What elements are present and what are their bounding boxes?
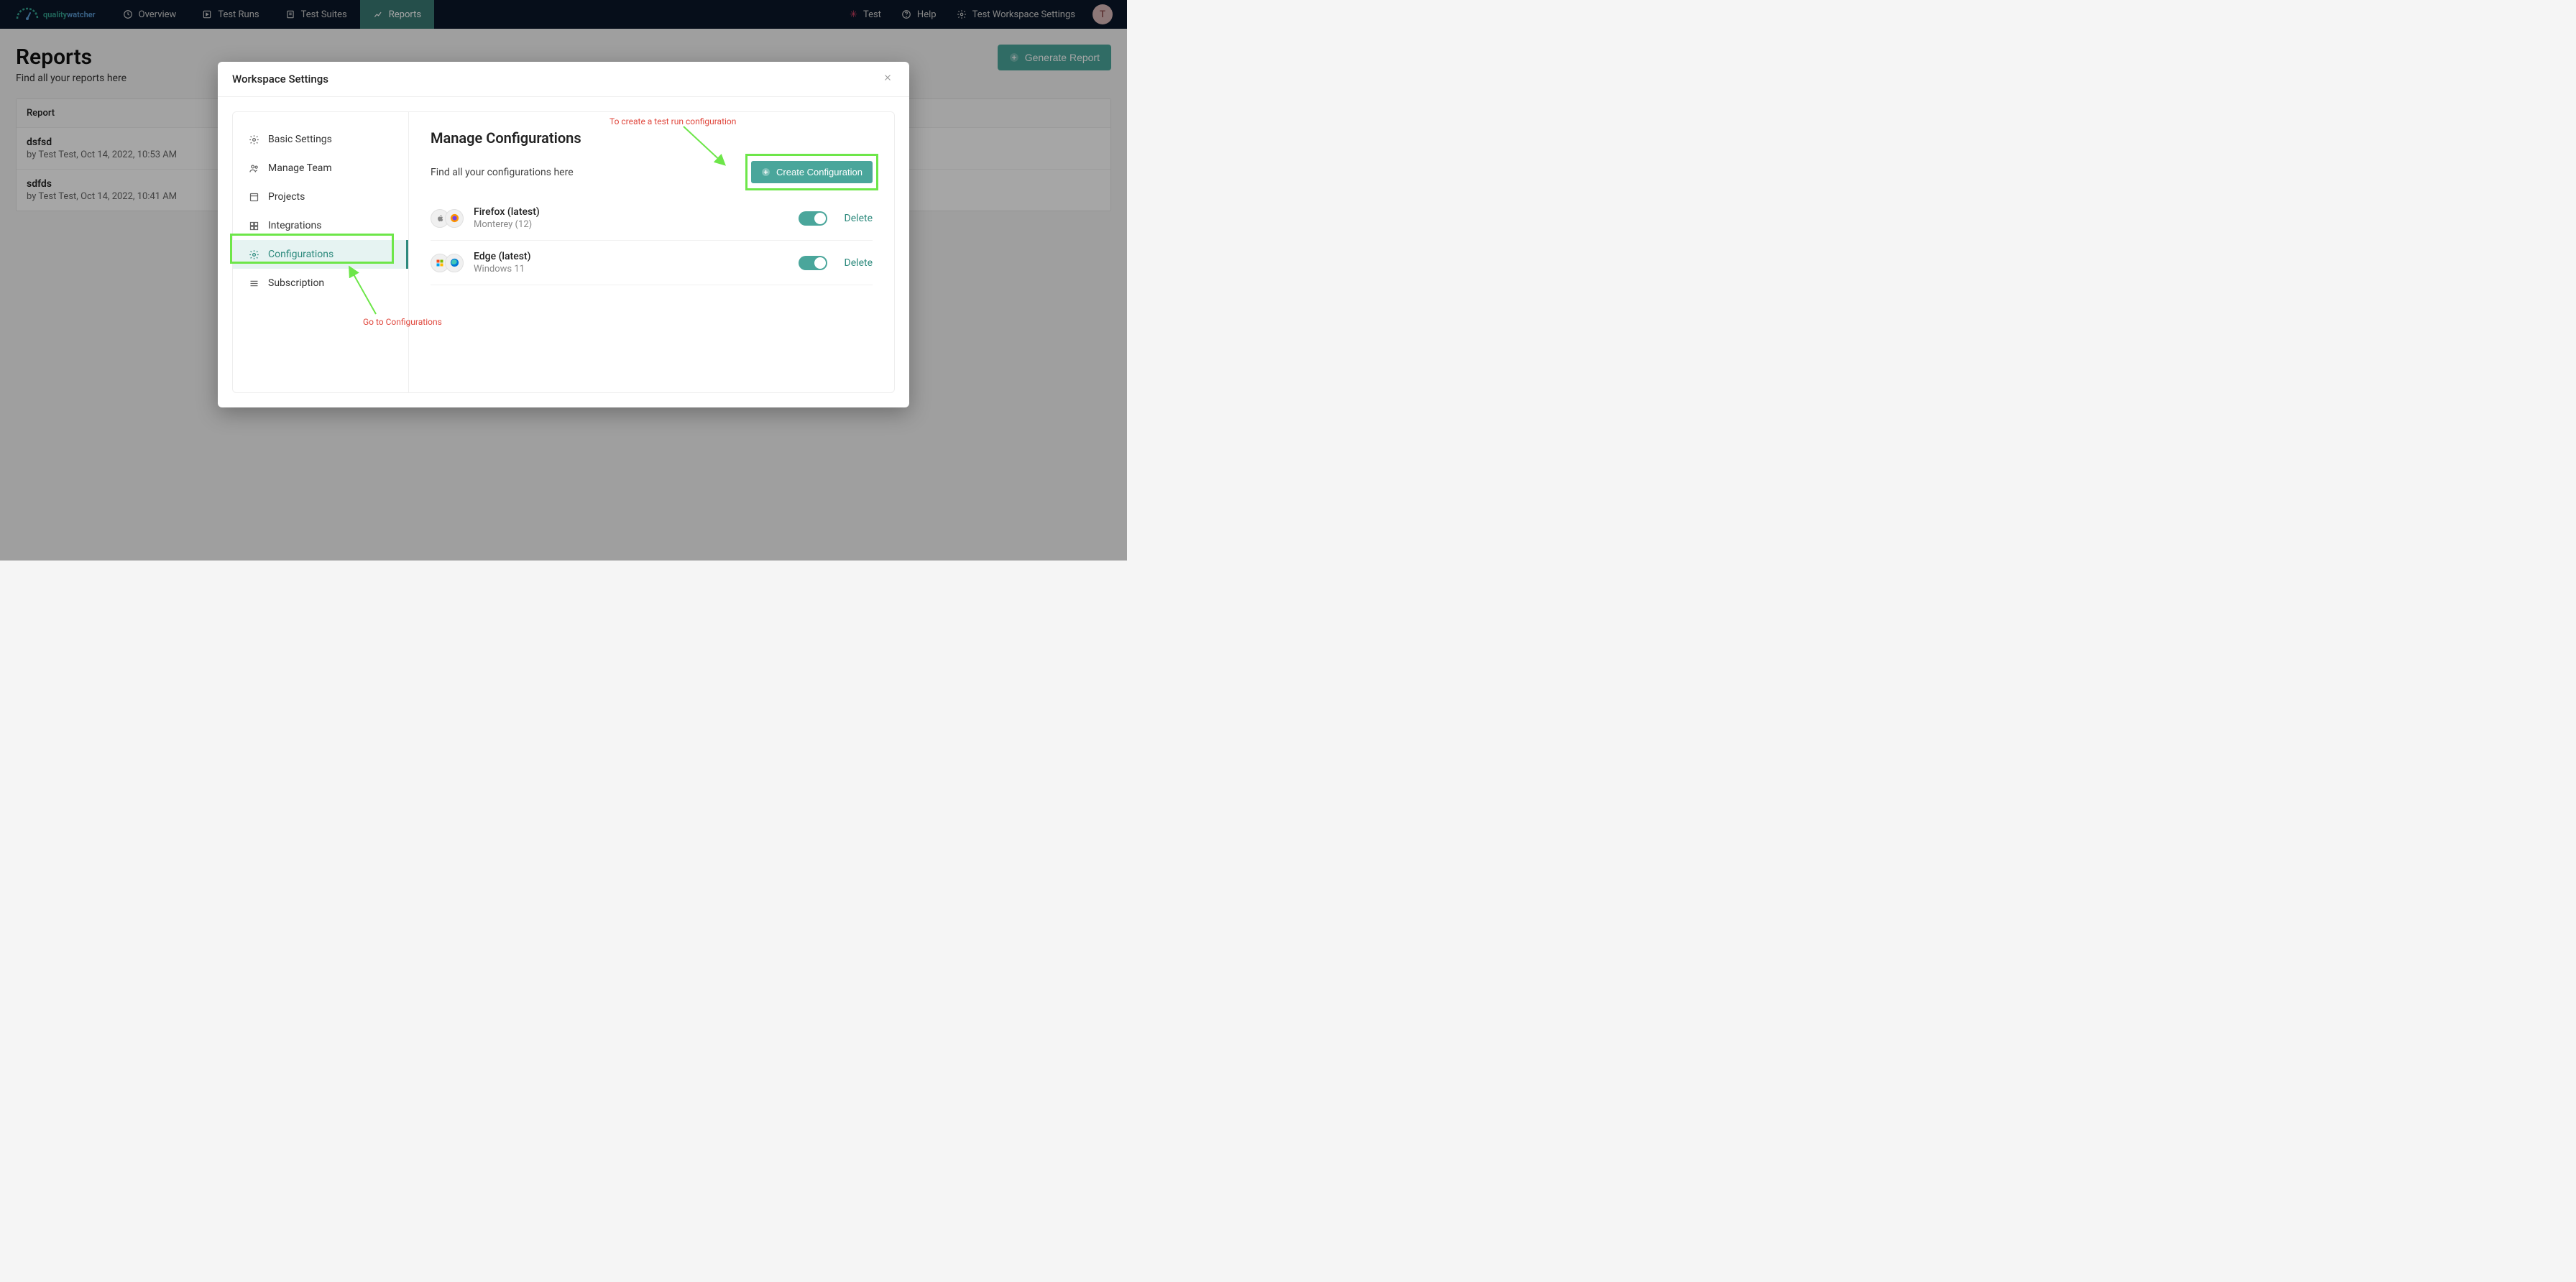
button-label: Create Configuration (776, 167, 862, 177)
delete-link[interactable]: Delete (845, 213, 873, 224)
firefox-icon (445, 209, 464, 228)
sidebar-item-manage-team[interactable]: Manage Team (233, 154, 408, 183)
settings-heading: Manage Configurations (431, 129, 873, 147)
modal-body: Basic Settings Manage Team Projects Inte… (218, 97, 909, 407)
config-name: Firefox (latest) (474, 206, 799, 218)
config-toggle[interactable] (799, 211, 827, 226)
sidebar-item-label: Manage Team (268, 162, 332, 174)
plus-circle-icon (761, 167, 770, 177)
settings-panel: Basic Settings Manage Team Projects Inte… (232, 111, 895, 393)
configuration-row: Edge (latest) Windows 11 Delete (431, 241, 873, 285)
settings-sidebar: Basic Settings Manage Team Projects Inte… (233, 112, 409, 392)
gear-icon (249, 134, 259, 145)
config-name: Edge (latest) (474, 251, 799, 262)
configuration-row: Firefox (latest) Monterey (12) Delete (431, 196, 873, 241)
sidebar-item-configurations[interactable]: Configurations (233, 240, 408, 269)
subscription-icon (249, 278, 259, 289)
close-button[interactable] (880, 72, 895, 86)
modal-title: Workspace Settings (232, 73, 328, 86)
sidebar-item-subscription[interactable]: Subscription (233, 269, 408, 298)
create-configuration-button[interactable]: Create Configuration (751, 161, 873, 183)
modal-header: Workspace Settings (218, 62, 909, 97)
close-icon (883, 73, 893, 83)
sidebar-item-projects[interactable]: Projects (233, 183, 408, 211)
workspace-settings-modal: Workspace Settings Basic Settings Manage… (218, 62, 909, 407)
projects-icon (249, 192, 259, 203)
annotation-text: Go to Configurations (363, 317, 442, 327)
sidebar-item-integrations[interactable]: Integrations (233, 211, 408, 240)
gear-icon (249, 249, 259, 260)
delete-link[interactable]: Delete (845, 257, 873, 269)
settings-subheading: Find all your configurations here (431, 167, 574, 178)
sidebar-item-basic-settings[interactable]: Basic Settings (233, 125, 408, 154)
settings-main: Manage Configurations Find all your conf… (409, 112, 894, 392)
sidebar-item-label: Subscription (268, 277, 324, 289)
annotation-text: To create a test run configuration (610, 116, 736, 126)
team-icon (249, 163, 259, 174)
sidebar-item-label: Projects (268, 191, 305, 203)
integrations-icon (249, 221, 259, 231)
sidebar-item-label: Basic Settings (268, 134, 332, 145)
sidebar-item-label: Integrations (268, 220, 321, 231)
config-toggle[interactable] (799, 256, 827, 270)
config-icons (431, 209, 464, 228)
edge-icon (445, 254, 464, 272)
config-os: Monterey (12) (474, 219, 799, 230)
config-icons (431, 254, 464, 272)
sidebar-item-label: Configurations (268, 249, 334, 260)
modal-overlay: Workspace Settings Basic Settings Manage… (0, 0, 1127, 561)
config-os: Windows 11 (474, 264, 799, 275)
